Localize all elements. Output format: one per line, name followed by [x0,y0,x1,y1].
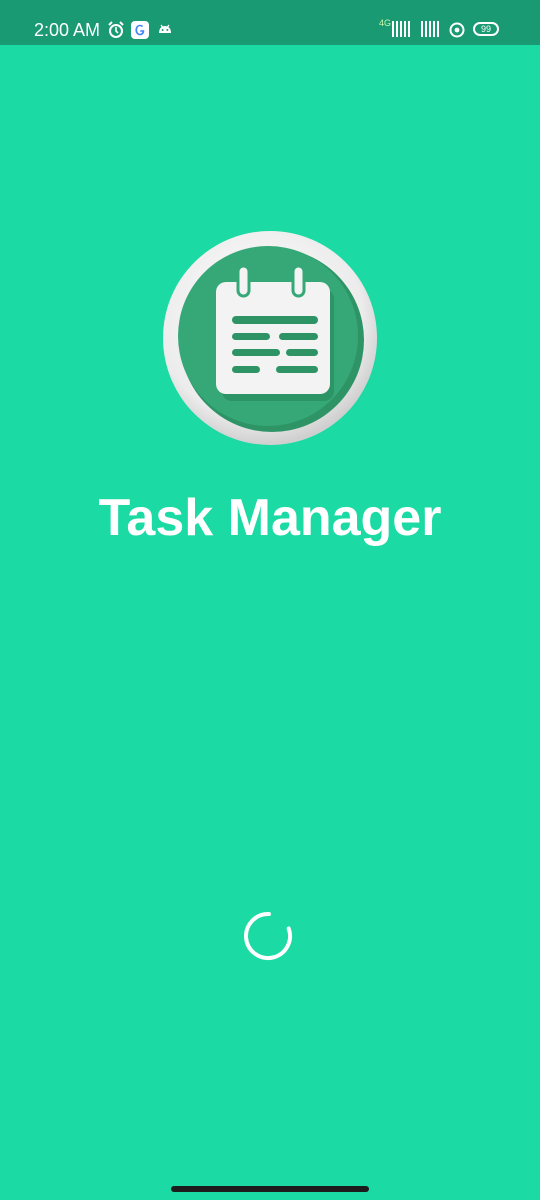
home-indicator[interactable] [171,1186,369,1192]
network-type-label: 4G [379,18,392,28]
app-title: Task Manager [98,489,442,547]
status-bar: 2:00 AM 4G 99 [0,0,540,45]
android-icon [159,24,171,33]
signal-icon [421,21,439,37]
google-icon [131,21,149,39]
battery-level: 99 [480,24,491,34]
status-time: 2:00 AM [34,20,101,40]
loading-spinner [244,912,293,961]
signal-icon [392,21,410,37]
hotspot-icon [449,22,465,38]
alarm-icon [108,21,124,38]
calendar-notes-icon [163,231,377,445]
battery-icon: 99 [473,22,499,36]
